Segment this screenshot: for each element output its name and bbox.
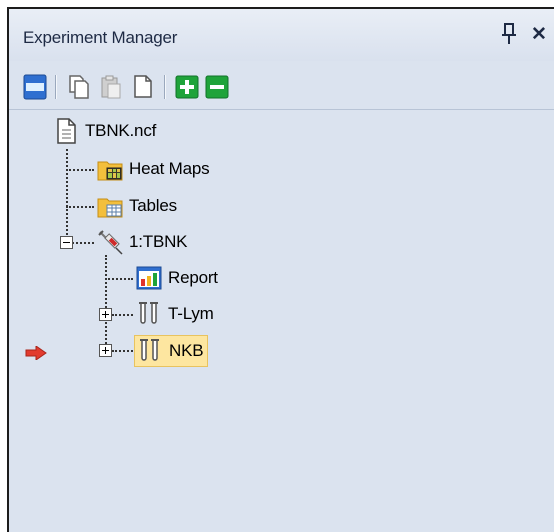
heatmap-folder-icon bbox=[97, 161, 123, 181]
toolbar-separator bbox=[55, 75, 57, 99]
expand-toggle[interactable] bbox=[99, 308, 112, 321]
tree-node-label: TBNK.ncf bbox=[85, 121, 157, 140]
tree-connector bbox=[112, 350, 133, 352]
close-icon[interactable]: ✕ bbox=[531, 25, 547, 45]
tree-node-t-lym[interactable]: T-Lym bbox=[136, 299, 214, 329]
tree-node-label: NKB bbox=[169, 341, 204, 360]
test-tubes-icon bbox=[140, 339, 159, 361]
collapse-toggle[interactable] bbox=[60, 236, 73, 249]
tree-node-label: Tables bbox=[129, 196, 177, 215]
paste-icon[interactable] bbox=[99, 74, 123, 100]
tree-connector bbox=[66, 149, 68, 243]
tree-node-root[interactable]: TBNK.ncf bbox=[53, 116, 156, 146]
tree-connector bbox=[105, 255, 107, 351]
tree-node-label: Report bbox=[168, 268, 218, 287]
tree-connector bbox=[105, 278, 133, 280]
tree-connector bbox=[66, 169, 94, 171]
layout-view-button[interactable] bbox=[23, 74, 47, 100]
syringe-icon bbox=[98, 230, 123, 255]
tree-node-report[interactable]: Report bbox=[136, 263, 218, 293]
tree-connector bbox=[66, 206, 94, 208]
panel-titlebar: Experiment Manager ✕ bbox=[9, 9, 554, 61]
toolbar bbox=[9, 65, 554, 110]
tree-node-tables[interactable]: Tables bbox=[97, 191, 177, 221]
tree-node-heat-maps[interactable]: Heat Maps bbox=[97, 154, 210, 184]
test-tubes-icon bbox=[139, 302, 158, 324]
tree-node-tbnk[interactable]: 1:TBNK bbox=[97, 227, 188, 257]
copy-icon[interactable] bbox=[67, 74, 91, 100]
tree-node-label: Heat Maps bbox=[129, 159, 210, 178]
pin-icon[interactable] bbox=[501, 23, 517, 45]
panel-title: Experiment Manager bbox=[23, 28, 178, 47]
pointer-arrow-icon bbox=[25, 346, 47, 360]
experiment-manager-panel: Experiment Manager ✕ TBNK.ncf Heat Maps … bbox=[7, 7, 554, 532]
tree-connector bbox=[72, 242, 94, 244]
table-folder-icon bbox=[97, 198, 123, 218]
tree-node-label: 1:TBNK bbox=[129, 232, 188, 251]
remove-icon[interactable] bbox=[205, 74, 229, 100]
tree-node-nkb[interactable]: NKB bbox=[134, 335, 209, 367]
report-chart-icon bbox=[136, 266, 162, 290]
expand-toggle[interactable] bbox=[99, 344, 112, 357]
new-document-icon[interactable] bbox=[131, 74, 155, 100]
tree-connector bbox=[112, 314, 133, 316]
document-icon bbox=[57, 118, 76, 144]
tree-node-label: T-Lym bbox=[168, 304, 214, 323]
add-icon[interactable] bbox=[175, 74, 199, 100]
toolbar-separator bbox=[164, 75, 166, 99]
experiment-tree: TBNK.ncf Heat Maps Tables 1:TBNK Report … bbox=[9, 113, 554, 532]
